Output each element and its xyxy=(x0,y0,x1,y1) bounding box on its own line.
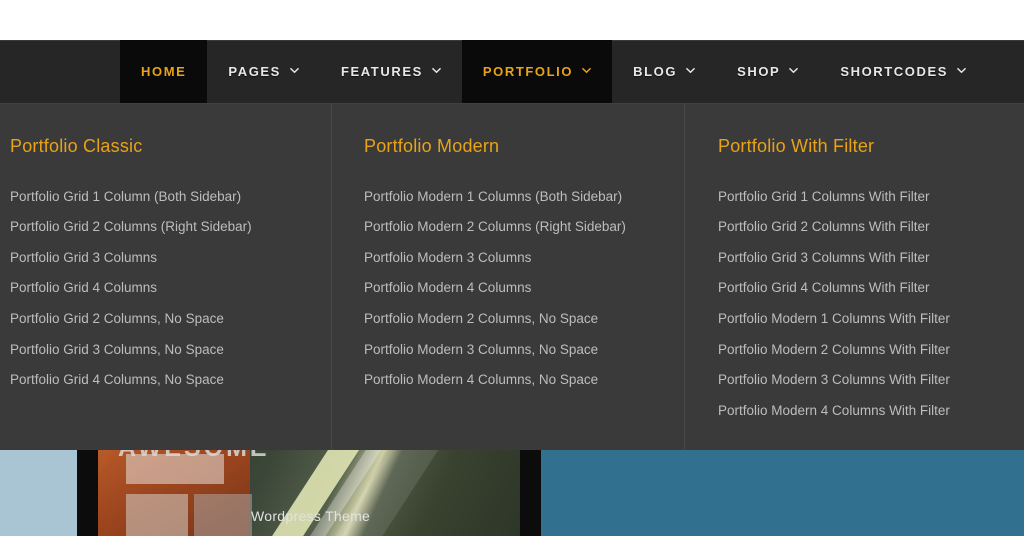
list-item: Portfolio Grid 2 Columns, No Space xyxy=(10,304,331,335)
mega-menu-link[interactable]: Portfolio Grid 4 Columns, No Space xyxy=(10,365,331,396)
list-item: Portfolio Grid 3 Columns, No Space xyxy=(10,335,331,366)
hero-left-panel xyxy=(0,450,77,536)
mega-menu-link[interactable]: Portfolio Grid 2 Columns, No Space xyxy=(10,304,331,335)
list-item: Portfolio Modern 1 Columns With Filter xyxy=(718,304,1024,335)
chevron-down-icon xyxy=(686,66,695,75)
hero-right-panel xyxy=(541,450,1024,536)
mega-menu-link[interactable]: Portfolio Modern 1 Columns With Filter xyxy=(718,304,1024,335)
nav-item-features[interactable]: FEATURES xyxy=(320,40,462,103)
mega-menu-link[interactable]: Portfolio Grid 4 Columns xyxy=(10,273,331,304)
hero-preview-card xyxy=(126,494,188,536)
mega-menu-link[interactable]: Portfolio Grid 3 Columns xyxy=(10,243,331,274)
nav-item-list: HOME PAGES FEATURES PORTFOLIO BLOG SHOP … xyxy=(120,40,987,103)
chevron-down-icon xyxy=(290,66,299,75)
list-item: Portfolio Modern 3 Columns With Filter xyxy=(718,365,1024,396)
portfolio-mega-menu: Portfolio Classic Portfolio Grid 1 Colum… xyxy=(0,103,1024,450)
nav-item-blog[interactable]: BLOG xyxy=(612,40,716,103)
mega-menu-link[interactable]: Portfolio Modern 4 Columns xyxy=(364,273,684,304)
list-item: Portfolio Modern 3 Columns, No Space xyxy=(364,335,684,366)
hero-slider: AWESOME Wordpress Theme CHECK OUT! xyxy=(0,450,1024,536)
mega-menu-link-list: Portfolio Grid 1 Columns With Filter Por… xyxy=(718,182,1024,427)
page-top-strip xyxy=(0,0,1024,40)
list-item: Portfolio Modern 4 Columns With Filter xyxy=(718,396,1024,427)
nav-item-label: PORTFOLIO xyxy=(482,64,574,79)
nav-item-home[interactable]: HOME xyxy=(120,40,208,103)
mega-menu-link[interactable]: Portfolio Modern 4 Columns, No Space xyxy=(364,365,684,396)
list-item: Portfolio Modern 2 Columns (Right Sideba… xyxy=(364,212,684,243)
hero-preview-card xyxy=(194,494,252,536)
mega-menu-link[interactable]: Portfolio Modern 3 Columns xyxy=(364,243,684,274)
nav-item-pages[interactable]: PAGES xyxy=(207,40,320,103)
chevron-down-icon xyxy=(789,66,799,75)
mega-menu-column-portfolio-classic: Portfolio Classic Portfolio Grid 1 Colum… xyxy=(0,103,331,450)
mega-menu-link[interactable]: Portfolio Modern 2 Columns, No Space xyxy=(364,304,684,335)
mega-menu-column-title: Portfolio Modern xyxy=(364,136,500,156)
nav-item-label: FEATURES xyxy=(340,64,423,79)
mega-menu-link[interactable]: Portfolio Grid 2 Columns With Filter xyxy=(718,212,1024,243)
chevron-down-icon xyxy=(432,66,441,75)
mega-menu-link[interactable]: Portfolio Grid 1 Column (Both Sidebar) xyxy=(10,182,331,213)
list-item: Portfolio Grid 3 Columns xyxy=(10,243,331,274)
mega-menu-link-list: Portfolio Grid 1 Column (Both Sidebar) P… xyxy=(10,182,331,396)
mega-menu-link[interactable]: Portfolio Grid 3 Columns, No Space xyxy=(10,335,331,366)
nav-item-label: HOME xyxy=(141,64,187,79)
mega-menu-column-portfolio-modern: Portfolio Modern Portfolio Modern 1 Colu… xyxy=(331,103,684,450)
list-item: Portfolio Grid 4 Columns xyxy=(10,273,331,304)
nav-item-shortcodes[interactable]: SHORTCODES xyxy=(819,40,987,103)
hero-subheadline: Wordpress Theme xyxy=(251,508,371,524)
main-navigation-bar: HOME PAGES FEATURES PORTFOLIO BLOG SHOP … xyxy=(0,40,1024,103)
mega-menu-column-title: Portfolio With Filter xyxy=(718,136,875,156)
mega-menu-link[interactable]: Portfolio Grid 2 Columns (Right Sidebar) xyxy=(10,212,331,243)
mega-menu-link[interactable]: Portfolio Modern 2 Columns With Filter xyxy=(718,335,1024,366)
mega-menu-link[interactable]: Portfolio Grid 4 Columns With Filter xyxy=(718,273,1024,304)
mega-menu-link[interactable]: Portfolio Modern 1 Columns (Both Sidebar… xyxy=(364,182,684,213)
list-item: Portfolio Modern 4 Columns, No Space xyxy=(364,365,684,396)
mega-menu-column-title: Portfolio Classic xyxy=(10,136,143,156)
hero-headline: AWESOME xyxy=(118,450,448,463)
list-item: Portfolio Grid 4 Columns With Filter xyxy=(718,273,1024,304)
nav-item-portfolio[interactable]: PORTFOLIO xyxy=(461,40,613,103)
list-item: Portfolio Modern 2 Columns, No Space xyxy=(364,304,684,335)
mega-menu-link[interactable]: Portfolio Modern 4 Columns With Filter xyxy=(718,396,1024,427)
list-item: Portfolio Modern 2 Columns With Filter xyxy=(718,335,1024,366)
list-item: Portfolio Grid 3 Columns With Filter xyxy=(718,243,1024,274)
list-item: Portfolio Grid 2 Columns (Right Sidebar) xyxy=(10,212,331,243)
list-item: Portfolio Modern 1 Columns (Both Sidebar… xyxy=(364,182,684,213)
list-item: Portfolio Grid 1 Columns With Filter xyxy=(718,182,1024,213)
mega-menu-link[interactable]: Portfolio Modern 2 Columns (Right Sideba… xyxy=(364,212,684,243)
list-item: Portfolio Grid 4 Columns, No Space xyxy=(10,365,331,396)
mega-menu-link-list: Portfolio Modern 1 Columns (Both Sidebar… xyxy=(364,182,684,396)
list-item: Portfolio Modern 4 Columns xyxy=(364,273,684,304)
mega-menu-link[interactable]: Portfolio Grid 3 Columns With Filter xyxy=(718,243,1024,274)
mega-menu-column-portfolio-with-filter: Portfolio With Filter Portfolio Grid 1 C… xyxy=(684,103,1024,450)
mega-menu-link[interactable]: Portfolio Grid 1 Columns With Filter xyxy=(718,182,1024,213)
list-item: Portfolio Modern 3 Columns xyxy=(364,243,684,274)
chevron-down-icon xyxy=(582,66,591,75)
list-item: Portfolio Grid 2 Columns With Filter xyxy=(718,212,1024,243)
nav-item-label: BLOG xyxy=(633,64,678,79)
nav-item-label: PAGES xyxy=(228,64,281,79)
mega-menu-link[interactable]: Portfolio Modern 3 Columns With Filter xyxy=(718,365,1024,396)
list-item: Portfolio Grid 1 Column (Both Sidebar) xyxy=(10,182,331,213)
chevron-down-icon xyxy=(957,66,966,75)
nav-item-label: SHOP xyxy=(737,64,781,79)
mega-menu-link[interactable]: Portfolio Modern 3 Columns, No Space xyxy=(364,335,684,366)
nav-item-label: SHORTCODES xyxy=(840,64,949,79)
nav-item-shop[interactable]: SHOP xyxy=(716,40,819,103)
